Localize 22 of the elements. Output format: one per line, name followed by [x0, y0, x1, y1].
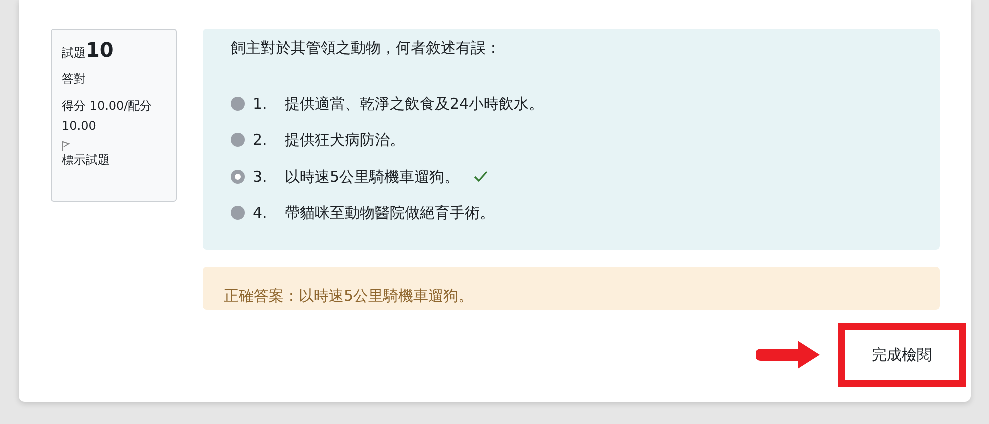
option-number: 2.: [253, 130, 268, 151]
option-text: 提供狂犬病防治。: [285, 130, 405, 151]
option-text: 帶貓咪至動物醫院做絕育手術。: [285, 203, 495, 224]
radio-button[interactable]: [231, 170, 245, 184]
radio-button[interactable]: [231, 206, 245, 220]
option-text: 以時速5公里騎機車遛狗。: [285, 166, 460, 188]
status-text: 答對: [62, 71, 87, 88]
option-number: 3.: [253, 166, 268, 188]
flag-icon[interactable]: [62, 140, 70, 151]
grade-text: 得分 10.00/配分 10.00: [62, 98, 154, 136]
option-number: 1.: [253, 94, 268, 114]
question-text: 飼主對於其管領之動物，何者敘述有誤：: [231, 38, 502, 59]
radio-button[interactable]: [231, 96, 245, 111]
correct-answer-text: 正確答案：以時速5公里騎機車遛狗。: [224, 287, 474, 305]
flag-link[interactable]: 標示試題: [62, 150, 166, 169]
finish-review-button[interactable]: 完成檢閱: [838, 323, 966, 387]
question-number: 10: [86, 38, 114, 62]
option-text: 提供適當、乾淨之飲食及24小時飲水。: [285, 94, 544, 114]
radio-button[interactable]: [231, 133, 245, 148]
question-label: 試題: [62, 45, 86, 62]
option-number: 4.: [253, 203, 268, 224]
arrow-icon: [756, 339, 822, 371]
